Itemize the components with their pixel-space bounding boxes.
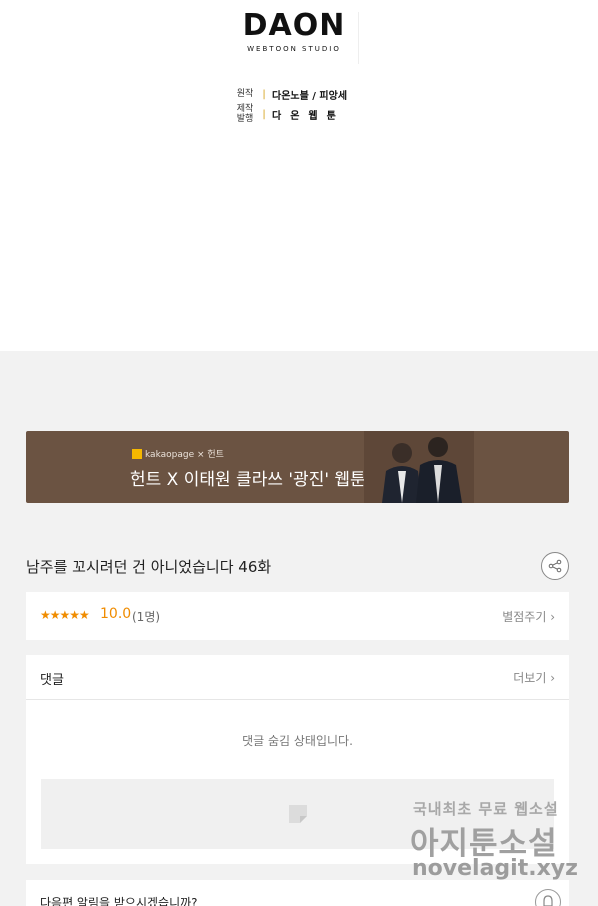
credit-label: 제작 발행 xyxy=(236,104,254,124)
logo-sub-text: WEBTOON STUDIO xyxy=(247,45,341,53)
credit-label: 원작 xyxy=(236,89,254,99)
banner-brand: kakaopage × 헌트 xyxy=(132,447,224,460)
promo-banner[interactable]: kakaopage × 헌트 헌트 X 이태원 클라쓰 '광진' 웹툰 xyxy=(26,431,569,503)
comments-more-link[interactable]: 더보기 › xyxy=(513,669,555,686)
comment-placeholder-icon xyxy=(289,805,307,823)
banner-text: 헌트 X 이태원 클라쓰 '광진' 웹툰 xyxy=(130,470,366,490)
rating-count: (1명) xyxy=(132,610,161,624)
comments-title: 댓글 xyxy=(40,673,64,688)
site-watermark: 국내최초 무료 웹소설 아지툰소설 novelagit.xyz xyxy=(410,798,590,888)
rating-stars: ★★★★★ xyxy=(40,608,90,622)
notify-text: 다음편 알림을 받으시겠습니까? xyxy=(40,896,198,906)
credit-separator: | xyxy=(262,88,266,100)
share-icon xyxy=(548,559,562,573)
rating-card: ★★★★★ 10.0 (1명) 별점주기 › xyxy=(26,592,569,640)
logo-main-text: DAON xyxy=(242,8,346,43)
credit-value: 다온노블 / 피앙세 xyxy=(272,90,348,102)
daon-logo: DAON WEBTOON STUDIO xyxy=(229,8,359,64)
rate-button[interactable]: 별점주기 › xyxy=(502,608,555,625)
comments-header: 댓글 더보기 › xyxy=(26,655,569,700)
episode-title-row: 남주를 꼬시려던 건 아니었습니다 46화 xyxy=(26,552,569,582)
watermark-line1: 국내최초 무료 웹소설 xyxy=(413,800,559,818)
episode-title: 남주를 꼬시려던 건 아니었습니다 46화 xyxy=(26,558,272,576)
share-button[interactable] xyxy=(541,552,569,580)
notify-button[interactable] xyxy=(535,889,561,906)
credit-production: 제작 발행 | 다온웹툰 xyxy=(234,104,374,124)
bell-icon xyxy=(543,895,553,906)
episode-header: DAON WEBTOON STUDIO 원작 | 다온노블 / 피앙세 제작 발… xyxy=(0,0,598,351)
credit-original: 원작 | 다온노블 / 피앙세 xyxy=(234,84,374,104)
kakaopage-icon xyxy=(132,448,142,459)
logo-divider xyxy=(358,12,359,64)
banner-brand-text: kakaopage × 헌트 xyxy=(145,450,224,460)
watermark-line3: novelagit.xyz xyxy=(412,856,578,881)
banner-characters-image xyxy=(364,431,474,503)
credits: 원작 | 다온노블 / 피앙세 제작 발행 | 다온웹툰 xyxy=(234,84,374,125)
credit-separator: | xyxy=(262,108,266,120)
rating-score: 10.0 xyxy=(100,606,132,622)
comments-hidden-message: 댓글 숨김 상태입니다. xyxy=(242,734,353,748)
credit-value: 다온웹툰 xyxy=(272,110,345,122)
